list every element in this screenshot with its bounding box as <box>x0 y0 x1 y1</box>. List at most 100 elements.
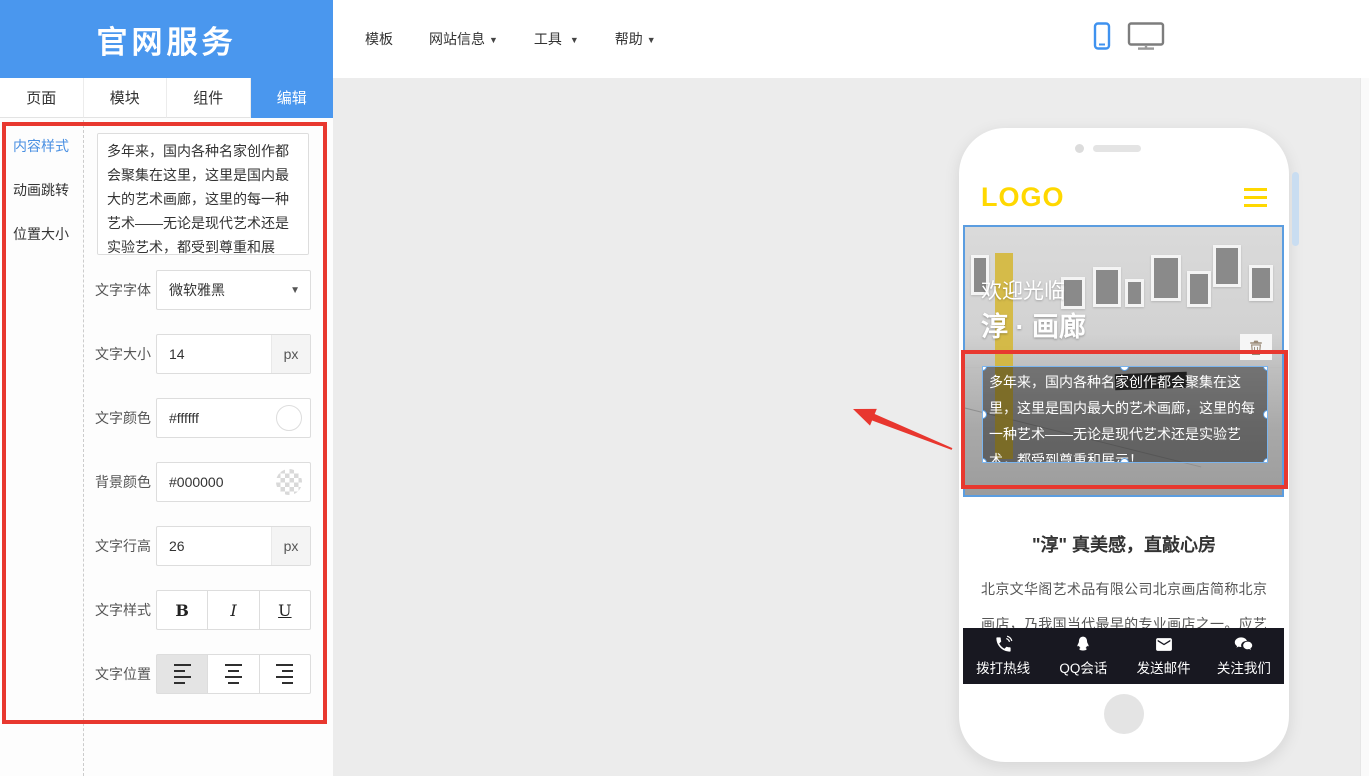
hamburger-menu-icon[interactable] <box>1244 188 1267 207</box>
tab-component[interactable]: 组件 <box>167 78 251 118</box>
footer-item-qq[interactable]: QQ会话 <box>1043 628 1123 684</box>
phone-speaker-bar <box>1093 145 1141 152</box>
text-color-input[interactable] <box>157 409 276 427</box>
mail-icon <box>1154 635 1174 654</box>
delete-element-button[interactable] <box>1240 334 1272 360</box>
footer-item-follow[interactable]: 关注我们 <box>1204 628 1284 684</box>
resize-handle[interactable] <box>1120 458 1129 463</box>
font-size-unit: px <box>271 335 310 373</box>
mobile-icon[interactable] <box>1093 22 1111 50</box>
hero-welcome-text: 欢迎光临 <box>981 275 1065 305</box>
resize-handle[interactable] <box>1263 410 1268 419</box>
site-header: LOGO <box>981 178 1267 216</box>
section-heading: "淳" 真美感，直敲心房 <box>959 531 1289 557</box>
bold-button[interactable]: B <box>156 590 208 630</box>
resize-handle[interactable] <box>1263 366 1268 371</box>
nav-item-tools[interactable]: 工具 ▼ <box>534 29 579 49</box>
chevron-down-icon: ▼ <box>647 35 656 45</box>
wechat-icon <box>1233 635 1254 654</box>
align-left-button[interactable] <box>156 654 208 694</box>
nav-item-template[interactable]: 模板 <box>365 29 393 49</box>
gallery-frame <box>1125 279 1144 307</box>
line-height-row: 文字行高 px <box>95 526 311 566</box>
tab-page[interactable]: 页面 <box>0 78 84 118</box>
hero-slideshow[interactable]: 欢迎光临 淳 · 画廊 多年来，国内各种名家创作都会聚集在这里，这里是国内最大的… <box>963 225 1284 497</box>
gallery-frame <box>1187 271 1211 307</box>
phone-home-button[interactable] <box>1104 694 1144 734</box>
bg-color-swatch[interactable] <box>276 469 302 495</box>
gallery-frame <box>1249 265 1273 301</box>
tab-module[interactable]: 模块 <box>84 78 168 118</box>
font-family-select[interactable]: 微软雅黑 ▼ <box>156 270 311 310</box>
qq-icon <box>1074 635 1092 654</box>
trash-icon <box>1249 340 1263 355</box>
chevron-down-icon: ▼ <box>570 35 579 45</box>
resize-handle[interactable] <box>1263 458 1268 463</box>
bg-color-label: 背景颜色 <box>95 472 156 492</box>
line-height-unit: px <box>271 527 310 565</box>
align-center-button[interactable] <box>207 654 259 694</box>
phone-footer-bar: 拨打热线 QQ会话 发送邮件 <box>963 628 1284 684</box>
footer-item-email[interactable]: 发送邮件 <box>1124 628 1204 684</box>
font-size-field: px <box>156 334 311 374</box>
overlay-text: 多年来，国内各种名家创作都会聚集在这里，这里是国内最大的艺术画廊，这里的每一种艺… <box>989 374 1255 463</box>
nav-items: 模板 网站信息▼ 工具 ▼ 帮助▼ <box>333 0 1369 78</box>
text-style-group: B I U <box>156 590 311 630</box>
line-height-input[interactable] <box>157 537 271 555</box>
text-style-label: 文字样式 <box>95 600 156 620</box>
gallery-frame <box>1093 267 1121 307</box>
nav-item-help[interactable]: 帮助▼ <box>615 29 656 49</box>
brand-header: 官网服务 <box>0 0 333 78</box>
footer-item-hotline[interactable]: 拨打热线 <box>963 628 1043 684</box>
text-color-field <box>156 398 311 438</box>
text-color-swatch[interactable] <box>276 405 302 431</box>
content-textarea[interactable]: 多年来，国内各种名家创作都会聚集在这里，这里是国内最大的艺术画廊，这里的每一种艺… <box>97 133 309 255</box>
content-textarea-wrap: 多年来，国内各种名家创作都会聚集在这里，这里是国内最大的艺术画廊，这里的每一种艺… <box>97 133 309 255</box>
font-family-row: 文字字体 微软雅黑 ▼ <box>95 270 311 310</box>
resize-handle[interactable] <box>982 410 987 419</box>
bg-color-field <box>156 462 311 502</box>
site-logo[interactable]: LOGO <box>981 182 1065 213</box>
app-window: 官网服务 模板 网站信息▼ 工具 ▼ 帮助▼ 页面 模块 组件 编辑 <box>0 0 1369 776</box>
resize-handle[interactable] <box>982 366 987 371</box>
align-right-icon <box>276 662 293 686</box>
text-color-label: 文字颜色 <box>95 408 156 428</box>
resize-handle[interactable] <box>982 458 987 463</box>
phone-icon <box>994 635 1013 654</box>
font-size-row: 文字大小 px <box>95 334 311 374</box>
underline-button[interactable]: U <box>259 590 311 630</box>
font-size-label: 文字大小 <box>95 344 156 364</box>
align-left-icon <box>174 662 191 686</box>
phone-mockup: LOGO 欢迎光临 淳 · 画廊 <box>959 128 1289 762</box>
gallery-frame <box>1213 245 1241 287</box>
bg-color-row: 背景颜色 <box>95 462 311 502</box>
chevron-down-icon: ▼ <box>290 285 300 296</box>
font-size-input[interactable] <box>157 345 271 363</box>
hero-title-text: 淳 · 画廊 <box>981 305 1086 344</box>
font-family-label: 文字字体 <box>95 280 156 300</box>
nav-item-site-info[interactable]: 网站信息▼ <box>429 29 498 49</box>
selected-text-element[interactable]: 多年来，国内各种名家创作都会聚集在这里，这里是国内最大的艺术画廊，这里的每一种艺… <box>982 366 1268 463</box>
preview-scrollbar[interactable] <box>1292 172 1299 246</box>
panel-tabbar: 页面 模块 组件 编辑 <box>0 78 333 118</box>
top-navbar: 模板 网站信息▼ 工具 ▼ 帮助▼ <box>333 0 1369 79</box>
text-style-row: 文字样式 B I U <box>95 590 311 630</box>
bg-color-input[interactable] <box>157 473 276 491</box>
align-center-icon <box>225 662 242 686</box>
text-align-row: 文字位置 <box>95 654 311 694</box>
text-align-label: 文字位置 <box>95 664 156 684</box>
edit-form: 多年来，国内各种名家创作都会聚集在这里，这里是国内最大的艺术画廊，这里的每一种艺… <box>0 118 333 776</box>
tab-edit[interactable]: 编辑 <box>251 78 334 118</box>
brand-title: 官网服务 <box>97 17 237 62</box>
resize-handle[interactable] <box>1120 366 1129 371</box>
gallery-frame <box>1151 255 1181 301</box>
page-scrollbar-track[interactable] <box>1360 78 1369 776</box>
italic-button[interactable]: I <box>207 590 259 630</box>
line-height-field: px <box>156 526 311 566</box>
device-toggle <box>1093 22 1165 50</box>
phone-camera-dot <box>1075 144 1084 153</box>
align-right-button[interactable] <box>259 654 311 694</box>
desktop-icon[interactable] <box>1127 22 1165 50</box>
edit-panel: 内容样式 动画跳转 位置大小 多年来，国内各种名家创作都会聚集在这里，这里是国内… <box>0 118 333 776</box>
font-family-value: 微软雅黑 <box>157 280 225 300</box>
